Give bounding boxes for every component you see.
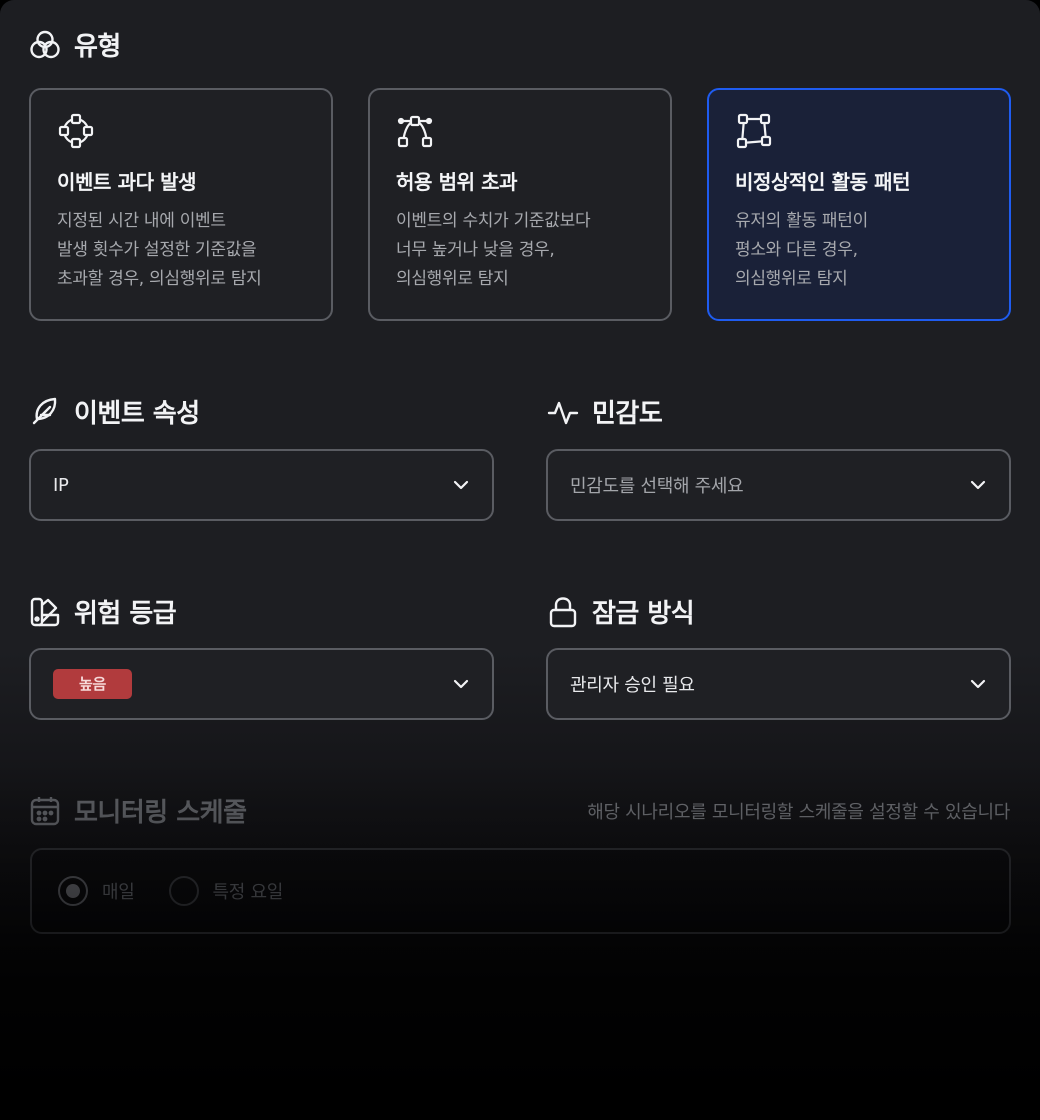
- event-attribute-label: 이벤트 속성: [74, 399, 200, 429]
- card-desc-line: 유저의 활동 패턴이: [735, 211, 868, 231]
- sensitivity-label: 민감도: [592, 399, 663, 429]
- feather-icon: [32, 397, 57, 424]
- radio-checked-icon: [58, 876, 88, 906]
- chevron-down-icon: [970, 480, 986, 490]
- risk-level-value: 높음: [53, 669, 450, 699]
- type-section-title: 유형: [28, 26, 121, 63]
- swatchbook-icon: [30, 597, 60, 626]
- event-attribute-select[interactable]: IP: [29, 449, 494, 521]
- schedule-label: 모니터링 스케줄: [74, 798, 247, 828]
- radio-unchecked-icon: [168, 876, 199, 906]
- circle-nodes-icon: [58, 113, 94, 149]
- lock-icon: [549, 596, 577, 627]
- card-desc-line: 너무 높거나 낮을 경우,: [396, 240, 555, 260]
- scenario-panel: 유형 이벤트 과다 발생 지정된 시간 내에 이벤트 발생 횟수가 설정한 기준…: [0, 0, 1040, 1120]
- card-title: 비정상적인 활동 패턴: [735, 170, 911, 194]
- lock-method-select[interactable]: 관리자 승인 필요: [546, 648, 1011, 720]
- card-desc-line: 의심행위로 탐지: [735, 269, 848, 289]
- card-desc-line: 의심행위로 탐지: [396, 269, 509, 289]
- pulse-icon: [547, 401, 579, 424]
- type-card-range-exceed[interactable]: 허용 범위 초과 이벤트의 수치가 기준값보다 너무 높거나 낮을 경우, 의심…: [368, 88, 672, 321]
- card-description: 지정된 시간 내에 이벤트 발생 횟수가 설정한 기준값을 초과할 경우, 의심…: [57, 207, 305, 294]
- bezier-curve-icon: [397, 115, 433, 148]
- overlapping-circles-icon: [30, 30, 60, 58]
- card-desc-line: 초과할 경우, 의심행위로 탐지: [57, 269, 262, 289]
- sensitivity-title: 민감도: [546, 393, 663, 430]
- chevron-down-icon: [453, 480, 469, 490]
- card-desc-line: 이벤트의 수치가 기준값보다: [396, 211, 591, 231]
- card-description: 이벤트의 수치가 기준값보다 너무 높거나 낮을 경우, 의심행위로 탐지: [396, 207, 644, 294]
- risk-level-select[interactable]: 높음: [29, 648, 494, 720]
- sensitivity-select[interactable]: 민감도를 선택해 주세요: [546, 449, 1011, 521]
- risk-level-title: 위험 등급: [28, 593, 177, 630]
- card-desc-line: 평소와 다른 경우,: [735, 240, 858, 260]
- lock-method-label: 잠금 방식: [592, 599, 695, 629]
- card-title: 허용 범위 초과: [396, 170, 518, 194]
- lock-method-title: 잠금 방식: [546, 593, 695, 630]
- event-attribute-value: IP: [53, 474, 69, 496]
- schedule-radio-group: 매일 특정 요일: [30, 848, 1011, 934]
- lock-method-value: 관리자 승인 필요: [570, 675, 695, 696]
- radio-daily[interactable]: 매일: [58, 876, 135, 906]
- risk-badge: 높음: [53, 669, 133, 699]
- card-title: 이벤트 과다 발생: [57, 170, 197, 194]
- vector-shape-icon: [736, 113, 772, 149]
- chevron-down-icon: [453, 679, 469, 689]
- type-card-abnormal-pattern[interactable]: 비정상적인 활동 패턴 유저의 활동 패턴이 평소와 다른 경우, 의심행위로 …: [707, 88, 1011, 321]
- radio-weekday-label: 특정 요일: [212, 882, 284, 903]
- card-desc-line: 지정된 시간 내에 이벤트: [57, 211, 226, 231]
- risk-level-label: 위험 등급: [74, 599, 177, 629]
- type-card-event-excess[interactable]: 이벤트 과다 발생 지정된 시간 내에 이벤트 발생 횟수가 설정한 기준값을 …: [29, 88, 333, 321]
- card-desc-line: 발생 횟수가 설정한 기준값을: [57, 240, 257, 260]
- calendar-icon: [30, 796, 60, 825]
- chevron-down-icon: [970, 679, 986, 689]
- schedule-title: 모니터링 스케줄: [28, 792, 247, 829]
- schedule-subtitle: 해당 시나리오를 모니터링할 스케줄을 설정할 수 있습니다: [587, 802, 1010, 823]
- radio-specific-weekday[interactable]: 특정 요일: [168, 876, 284, 906]
- radio-daily-label: 매일: [102, 882, 135, 903]
- event-attribute-title: 이벤트 속성: [28, 393, 200, 430]
- card-description: 유저의 활동 패턴이 평소와 다른 경우, 의심행위로 탐지: [735, 207, 983, 294]
- type-section-label: 유형: [74, 32, 121, 62]
- sensitivity-placeholder: 민감도를 선택해 주세요: [570, 476, 744, 497]
